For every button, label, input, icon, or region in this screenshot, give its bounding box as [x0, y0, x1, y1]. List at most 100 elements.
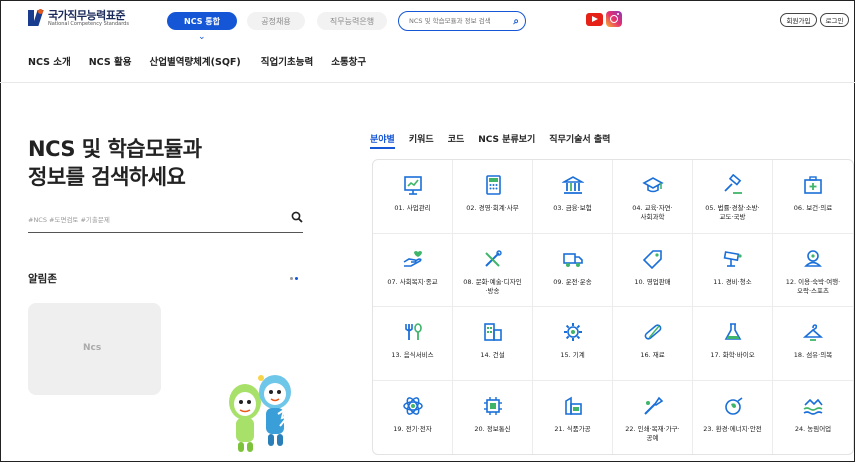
ncs-logo[interactable]: 국가직무능력표준 National Competency Standards	[28, 9, 129, 27]
brush-icon	[642, 395, 664, 417]
category-item[interactable]: 05. 법률·경찰·소방· 교도·국방	[693, 160, 773, 234]
category-item[interactable]: 03. 금융·보험	[533, 160, 613, 234]
tab-keyword[interactable]: 키워드	[409, 132, 434, 145]
category-item[interactable]: 19. 전기·전자	[373, 380, 453, 454]
top-bar: 국가직무능력표준 National Competency Standards N…	[0, 0, 855, 42]
header-search-input[interactable]	[409, 17, 509, 25]
login-button[interactable]: 로그인	[820, 13, 849, 27]
hanger-icon	[802, 321, 824, 343]
nav-ncs-usage[interactable]: NCS 활용	[89, 54, 132, 68]
helping-hand-icon	[402, 248, 424, 270]
category-item[interactable]: 09. 운전·운송	[533, 233, 613, 307]
notice-title: 알림존	[28, 273, 57, 285]
hero-headline: NCS 및 학습모듈과 정보를 검색하세요	[28, 135, 202, 191]
tab-by-field[interactable]: 분야별	[370, 132, 395, 149]
nav-ncs-intro[interactable]: NCS 소개	[28, 54, 71, 68]
category-label: 01. 사업관리	[394, 204, 431, 212]
category-label: 08. 문화·예술·디자인 ·방송	[463, 277, 522, 295]
category-item[interactable]: 04. 교육·자연· 사회과학	[613, 160, 693, 234]
chevron-down-icon: ⌄	[198, 32, 206, 42]
category-item[interactable]: 11. 경비·청소	[693, 233, 773, 307]
category-label: 05. 법률·경찰·소방· 교도·국방	[705, 204, 760, 221]
category-label: 21. 식품가공	[554, 424, 591, 433]
category-label: 18. 섬유·의복	[793, 351, 833, 359]
category-item[interactable]: 22. 인쇄·목재·가구· 공예	[613, 380, 693, 454]
category-label: 04. 교육·자연· 사회과학	[632, 204, 673, 221]
category-item[interactable]: 21. 식품가공	[533, 380, 613, 454]
tab-ncs-integration[interactable]: NCS 통합	[167, 12, 237, 30]
food-package-icon	[562, 395, 584, 417]
pipes-icon	[642, 321, 664, 343]
fork-spoon-icon	[402, 321, 424, 343]
nav-communication[interactable]: 소통창구	[331, 54, 366, 68]
header-search: ⌕	[398, 11, 526, 31]
category-label: 11. 경비·청소	[713, 277, 752, 286]
category-label: 16. 재료	[640, 351, 665, 359]
notice-card-label: Ncs	[83, 343, 102, 353]
cctv-icon	[722, 248, 744, 270]
youtube-icon[interactable]	[586, 13, 603, 26]
instagram-icon[interactable]	[606, 11, 622, 27]
category-label: 03. 금융·보험	[553, 204, 592, 212]
category-item[interactable]: 07. 사회복지·종교	[373, 233, 453, 307]
logo-title: 국가직무능력표준	[48, 8, 125, 22]
calculator-icon	[482, 174, 504, 196]
category-label: 22. 인쇄·목재·가구· 공예	[625, 424, 680, 442]
category-tabs: 분야별 키워드 코드 NCS 분류보기 직무기술서 출력	[370, 132, 624, 149]
category-item[interactable]: 17. 화학·바이오	[693, 307, 773, 381]
travel-icon	[802, 248, 824, 270]
graduation-cap-icon	[641, 174, 664, 196]
category-label: 14. 건설	[480, 351, 505, 359]
category-label: 19. 전기·전자	[393, 424, 432, 433]
tab-ncs-classification[interactable]: NCS 분류보기	[478, 132, 535, 145]
nav-basic-competency[interactable]: 직업기초능력	[261, 54, 313, 68]
category-item[interactable]: 12. 이용·숙박·여행· 오락·스포츠	[773, 234, 853, 307]
first-aid-icon	[802, 174, 824, 196]
category-item[interactable]: 08. 문화·예술·디자인 ·방송	[453, 233, 533, 307]
category-item[interactable]: 06. 보건·의료	[773, 160, 853, 234]
hero-line-2: 정보를 검색하세요	[28, 165, 186, 189]
category-item[interactable]: 24. 농림어업	[773, 381, 853, 455]
mascot-illustration	[229, 375, 291, 452]
category-item[interactable]: 02. 경영·회계·사무	[453, 160, 533, 234]
category-item[interactable]: 13. 음식서비스	[373, 307, 453, 381]
tab-code[interactable]: 코드	[448, 132, 465, 145]
building-icon	[482, 321, 504, 343]
notice-card[interactable]: Ncs	[28, 303, 161, 395]
join-button[interactable]: 회원가입	[780, 13, 817, 27]
nav-divider	[0, 82, 855, 83]
tab-competency-bank[interactable]: 직무능력은행	[317, 12, 387, 30]
category-item[interactable]: 20. 정보통신	[453, 380, 533, 454]
nav-sqf[interactable]: 산업별역량체계(SQF)	[149, 54, 240, 68]
category-item[interactable]: 15. 기계	[533, 307, 613, 381]
bank-icon	[561, 174, 584, 196]
category-label: 12. 이용·숙박·여행· 오락·스포츠	[785, 277, 841, 295]
tab-job-description-print[interactable]: 직무기술서 출력	[549, 132, 610, 145]
category-item[interactable]: 10. 영업판매	[613, 233, 693, 307]
search-icon[interactable]	[291, 211, 303, 226]
category-label: 15. 기계	[560, 351, 585, 359]
notice-pagination[interactable]	[290, 277, 298, 280]
atom-icon	[402, 395, 424, 417]
chip-icon	[482, 395, 504, 417]
category-item[interactable]: 16. 재료	[613, 307, 693, 381]
category-item[interactable]: 18. 섬유·의복	[773, 307, 853, 381]
category-item[interactable]: 14. 건설	[453, 307, 533, 381]
category-label: 07. 사회복지·종교	[387, 277, 438, 286]
category-label: 10. 영업판매	[634, 277, 671, 286]
design-tools-icon	[482, 248, 504, 270]
hero-search[interactable]: #NCS #도면검토 #기출문제	[28, 205, 303, 233]
logo-mark-icon	[28, 9, 44, 27]
gear-icon	[562, 321, 584, 343]
category-label: 24. 농림어업	[794, 424, 832, 433]
category-label: 13. 음식서비스	[391, 351, 434, 359]
category-label: 20. 정보통신	[474, 424, 511, 433]
category-item[interactable]: 01. 사업관리	[373, 160, 453, 234]
price-tag-icon	[642, 248, 664, 270]
category-item[interactable]: 23. 환경·에너지·안전	[693, 380, 773, 454]
flask-icon	[722, 321, 744, 343]
main-nav: NCS 소개 NCS 활용 산업별역량체계(SQF) 직업기초능력 소통창구	[28, 54, 366, 68]
search-icon[interactable]: ⌕	[513, 16, 519, 27]
hero-line-1: NCS 및 학습모듈과	[28, 137, 202, 161]
tab-fair-hiring[interactable]: 공정채용	[247, 12, 305, 30]
